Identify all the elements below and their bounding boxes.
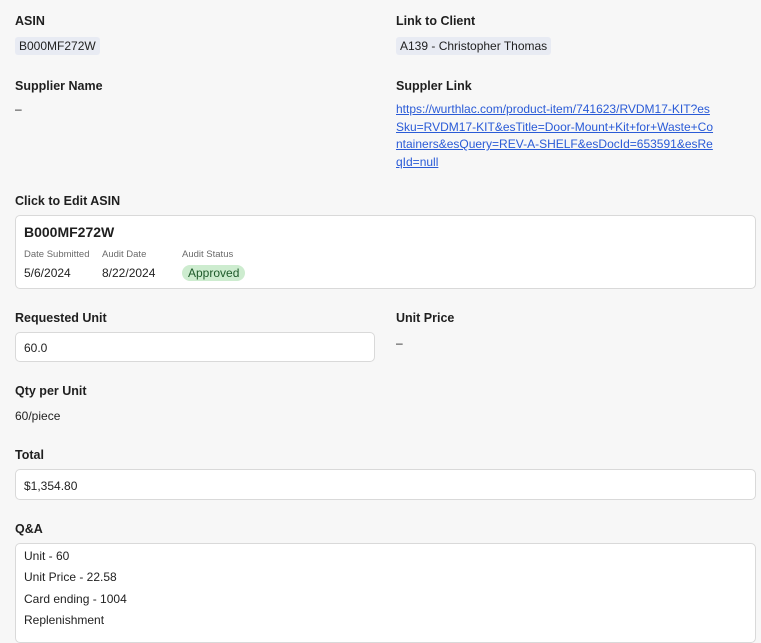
supplier-name-value: –: [15, 102, 22, 116]
qa-line: Unit - 60: [24, 549, 70, 563]
qa-line: Unit Price - 22.58: [24, 570, 117, 584]
edit-asin-card[interactable]: B000MF272W Date Submitted 5/6/2024 Audit…: [15, 215, 756, 289]
date-submitted-label: Date Submitted: [24, 249, 90, 260]
unit-price-value: –: [396, 336, 403, 350]
qa-line: Replenishment: [24, 613, 105, 627]
qty-per-unit-label: Qty per Unit: [15, 384, 87, 398]
supplier-link[interactable]: https://wurthlac.com/product-item/741623…: [396, 101, 716, 171]
audit-date-label: Audit Date: [102, 249, 147, 260]
supplier-link-label: Suppler Link: [396, 79, 472, 93]
qty-per-unit-value: 60/piece: [15, 409, 61, 423]
unit-price-label: Unit Price: [396, 311, 455, 325]
status-badge: Approved: [182, 265, 246, 281]
date-submitted-value: 5/6/2024: [24, 266, 71, 280]
asin-label: ASIN: [15, 14, 45, 28]
requested-unit-label: Requested Unit: [15, 311, 107, 325]
client-chip[interactable]: A139 - Christopher Thomas: [396, 37, 552, 55]
requested-unit-input[interactable]: 60.0: [15, 332, 375, 362]
total-value: $1,354.80: [24, 479, 78, 493]
supplier-name-label: Supplier Name: [15, 79, 103, 93]
requested-unit-value: 60.0: [24, 341, 48, 355]
edit-asin-label: Click to Edit ASIN: [15, 194, 121, 208]
asin-chip[interactable]: B000MF272W: [15, 37, 100, 55]
audit-status-label: Audit Status: [182, 249, 234, 260]
qa-label: Q&A: [15, 522, 43, 536]
total-input[interactable]: $1,354.80: [15, 469, 756, 500]
client-label: Link to Client: [396, 14, 476, 28]
qa-line: Card ending - 1004: [24, 592, 127, 606]
total-label: Total: [15, 448, 44, 462]
card-asin-title: B000MF272W: [24, 224, 115, 240]
audit-date-value: 8/22/2024: [102, 266, 156, 280]
qa-textarea[interactable]: Unit - 60 Unit Price - 22.58 Card ending…: [15, 543, 756, 643]
